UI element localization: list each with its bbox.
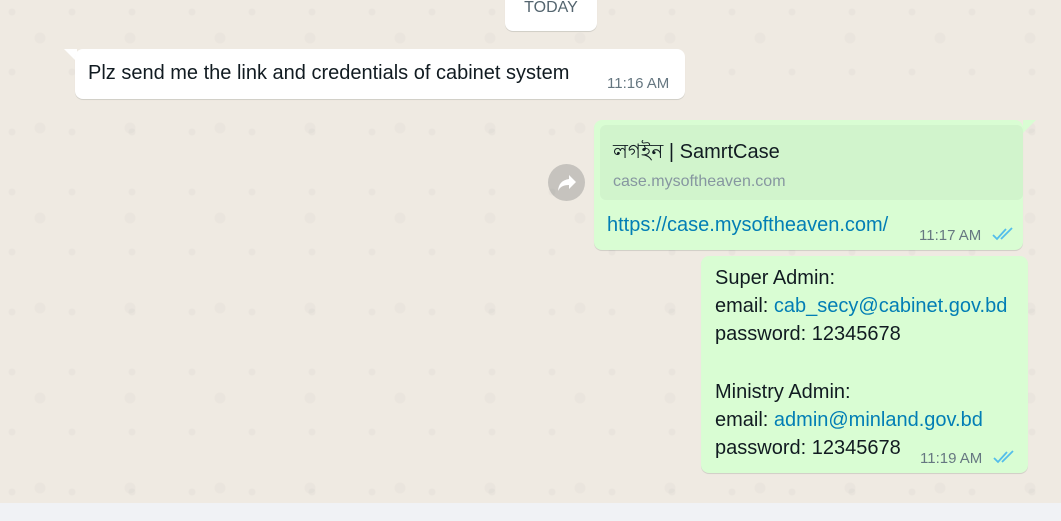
outgoing-link-message[interactable]: লগইন | SamrtCase case.mysoftheaven.com h… <box>594 120 1023 250</box>
email-label: email: <box>715 295 774 317</box>
ministry-admin-email-link[interactable]: admin@minland.gov.bd <box>774 409 983 431</box>
forward-arrow-icon <box>557 174 576 191</box>
super-admin-email-line: email: cab_secy@cabinet.gov.bd <box>715 295 1007 318</box>
outgoing-credentials-message[interactable]: Super Admin: email: cab_secy@cabinet.gov… <box>701 256 1028 473</box>
message-time: 11:19 AM <box>920 450 983 467</box>
super-admin-email-link[interactable]: cab_secy@cabinet.gov.bd <box>774 295 1007 317</box>
message-time: 11:16 AM <box>607 75 670 92</box>
ministry-admin-email-line: email: admin@minland.gov.bd <box>715 409 983 432</box>
super-admin-password: password: 12345678 <box>715 323 901 345</box>
date-divider: TODAY <box>505 0 597 31</box>
ministry-admin-heading: Ministry Admin: <box>715 381 851 403</box>
bubble-tail-outgoing <box>1023 120 1036 133</box>
message-time: 11:17 AM <box>919 227 982 244</box>
link-preview-card[interactable]: লগইন | SamrtCase case.mysoftheaven.com <box>600 125 1023 200</box>
super-admin-heading: Super Admin: <box>715 267 836 289</box>
double-check-icon <box>993 450 1014 464</box>
link-preview-title: লগইন | SamrtCase <box>613 141 780 163</box>
incoming-message[interactable]: Plz send me the link and credentials of … <box>75 49 685 99</box>
chat-area[interactable]: TODAY Plz send me the link and credentia… <box>0 0 1061 503</box>
link-preview-domain: case.mysoftheaven.com <box>613 173 786 190</box>
ministry-admin-password: password: 12345678 <box>715 437 901 459</box>
double-check-icon <box>992 227 1013 241</box>
message-link[interactable]: https://case.mysoftheaven.com/ <box>607 214 888 237</box>
message-text: Plz send me the link and credentials of … <box>88 62 570 84</box>
forward-button[interactable] <box>548 164 585 201</box>
email-label: email: <box>715 409 774 431</box>
composer-bar-edge <box>0 503 1061 521</box>
